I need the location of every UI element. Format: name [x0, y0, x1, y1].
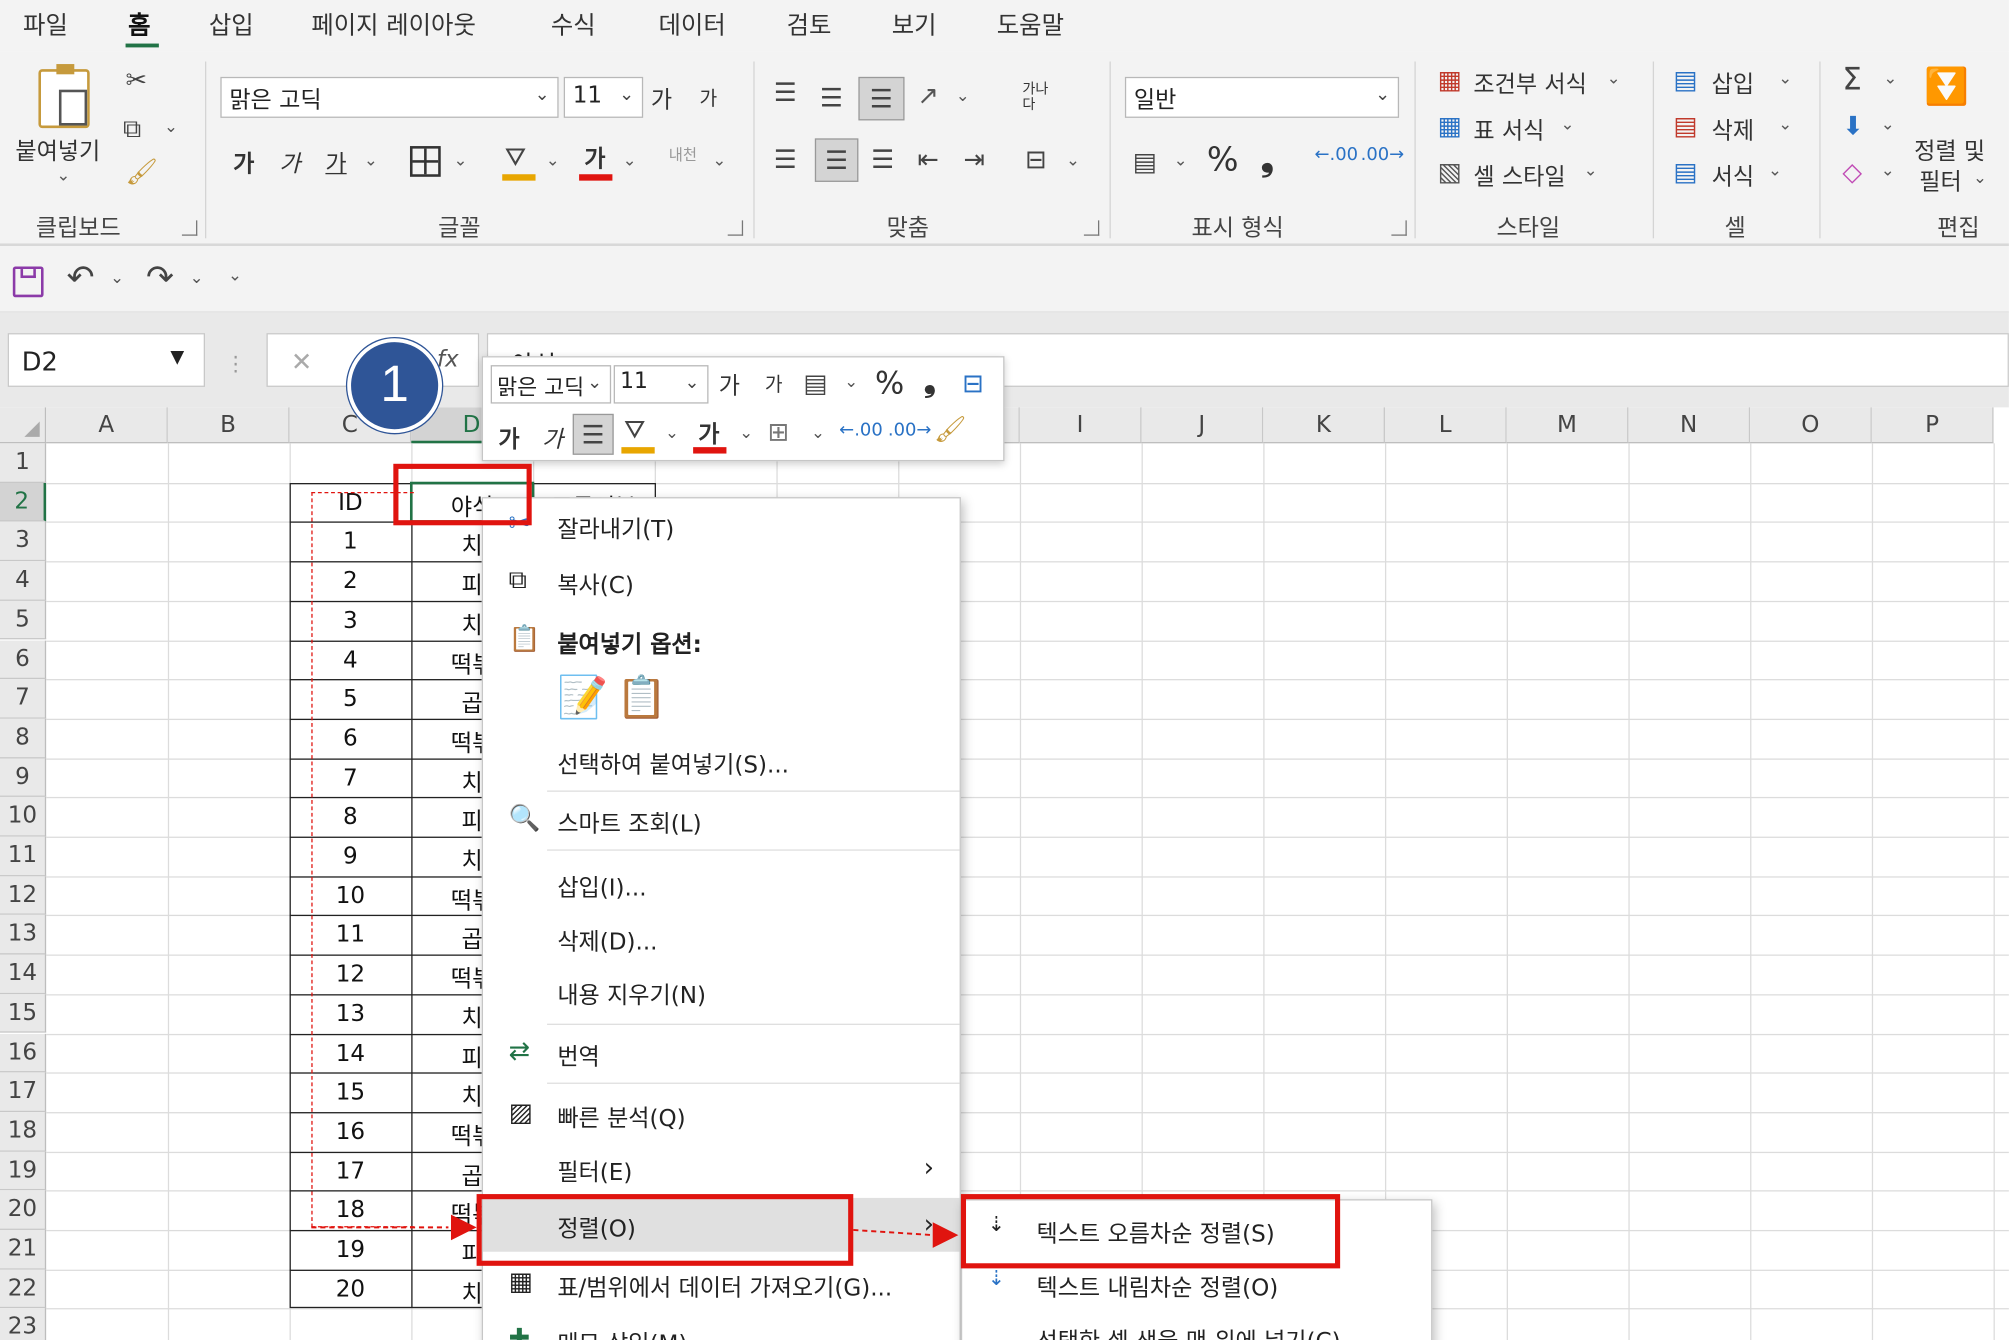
arrow-right-icon [932, 1222, 959, 1248]
arrow-right-icon [450, 1214, 477, 1241]
annotation-arrows [311, 1214, 959, 1248]
